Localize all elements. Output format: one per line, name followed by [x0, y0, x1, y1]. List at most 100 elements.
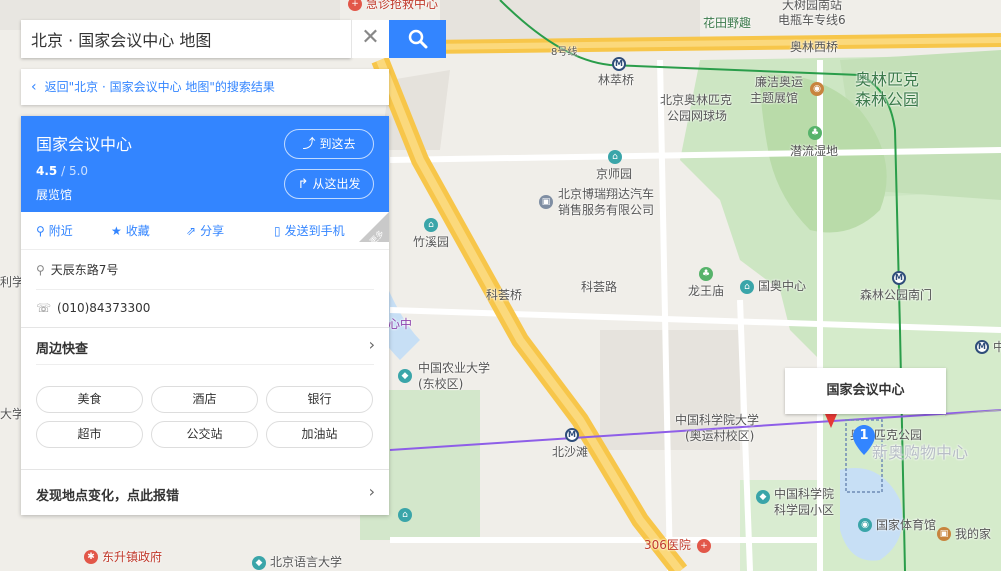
- map-label-tennis[interactable]: 北京奥林匹克: [660, 93, 732, 107]
- marker-number: 1: [859, 428, 869, 443]
- map-label-kehui-road[interactable]: 科荟路: [581, 280, 617, 294]
- map-label-zhuxiyuan[interactable]: 竹溪园: [413, 235, 449, 249]
- send-to-phone-action[interactable]: ▯ 发送到手机: [274, 212, 345, 250]
- map-label-aolin-west-bridge[interactable]: 奥林西桥: [790, 40, 838, 54]
- map-label-lianjie2[interactable]: 主题展馆: [750, 91, 798, 105]
- poi-rating: 4.5 / 5.0: [36, 164, 88, 178]
- nearby-chip-gas-station[interactable]: 加油站: [266, 421, 373, 448]
- poi-action-row: ⚲ 附近 ★ 收藏 ⇗ 分享 ▯ 发送到手机: [21, 212, 389, 250]
- map-label-dongsheng[interactable]: 东升镇政府: [102, 550, 162, 564]
- government-icon: ✱: [84, 550, 98, 564]
- map-label-bora2[interactable]: 销售服务有限公司: [558, 203, 654, 217]
- star-icon: ★: [111, 224, 122, 238]
- share-action-label: 分享: [200, 224, 225, 238]
- search-button[interactable]: [389, 20, 446, 58]
- selected-poi-marker[interactable]: 1: [853, 425, 875, 455]
- divider: [21, 469, 389, 470]
- chevron-left-icon: ‹: [31, 79, 37, 95]
- map-label-cas-garden2[interactable]: 科学园小区: [774, 503, 834, 517]
- map-label-tianshu-park[interactable]: 大树园南站: [782, 0, 842, 12]
- map-label-lincui-bridge[interactable]: 林萃桥: [598, 73, 634, 87]
- chevron-right-icon[interactable]: ›: [369, 482, 375, 501]
- share-icon: ⇗: [186, 224, 197, 238]
- map-label-bora[interactable]: 北京博瑞翔达汽车: [558, 187, 654, 201]
- search-box: [21, 20, 351, 58]
- start-from-here-label: 从这出发: [312, 177, 361, 191]
- poi-phone[interactable]: ☏ (010)84373300: [36, 298, 374, 318]
- stadium-icon: ◉: [858, 518, 872, 532]
- favorite-action[interactable]: ★ 收藏: [111, 212, 150, 250]
- divider: [36, 289, 374, 290]
- map-label-my-home[interactable]: 我的家: [955, 527, 991, 541]
- clear-search-button[interactable]: ✕: [351, 20, 389, 58]
- map-label-hospital306[interactable]: 306医院: [644, 538, 691, 552]
- map-label-kehui-bridge[interactable]: 科荟桥: [486, 288, 522, 302]
- chevron-right-icon[interactable]: ›: [369, 335, 375, 354]
- map-label-longwangmiao[interactable]: 龙王庙: [688, 284, 724, 298]
- search-input[interactable]: [21, 20, 351, 58]
- map-label-national-stadium[interactable]: 国家体育馆: [876, 518, 936, 532]
- rating-total: / 5.0: [61, 164, 89, 178]
- goto-here-button[interactable]: ⤴ 到这去: [284, 129, 374, 159]
- map-label-cau[interactable]: 中国农业大学: [418, 361, 490, 375]
- poi-detail-card: 国家会议中心 4.5 / 5.0 展览馆 ⤴ 到这去 ↱ 从这出发 ⚲ 附近 ★ 收藏 …: [21, 116, 389, 515]
- nearby-chip-supermarket[interactable]: 超市: [36, 421, 143, 448]
- metro-icon: M: [975, 340, 989, 354]
- back-to-results-link[interactable]: ‹ 返回"北京 · 国家会议中心 地图"的搜索结果: [21, 69, 389, 105]
- map-label-ucas[interactable]: 中国科学院大学: [675, 413, 759, 427]
- favorite-action-label: 收藏: [125, 224, 150, 238]
- nearby-chip-food[interactable]: 美食: [36, 386, 143, 413]
- poi-category: 展览馆: [36, 188, 73, 202]
- poi-card-header: 国家会议中心 4.5 / 5.0 展览馆 ⤴ 到这去 ↱ 从这出发: [21, 116, 389, 212]
- report-error-link[interactable]: 发现地点变化，点此报错: [36, 485, 179, 504]
- map-label-tennis2[interactable]: 公园网球场: [667, 109, 727, 123]
- map-label-ucas2[interactable]: (奥运村校区): [685, 429, 754, 443]
- divider: [21, 327, 389, 328]
- route-to-icon: ⤴: [302, 137, 316, 152]
- phone-icon: ☏: [36, 301, 52, 315]
- map-label-bus-line[interactable]: 电瓶车专线6: [778, 13, 846, 27]
- location-pin-icon: ⚲: [36, 263, 45, 277]
- poi-address: ⚲ 天辰东路7号: [36, 260, 374, 280]
- send-to-phone-label: 发送到手机: [284, 224, 345, 238]
- map-label-blcu[interactable]: 北京语言大学: [270, 555, 342, 569]
- map-label-mid-center[interactable]: 心中: [388, 317, 412, 331]
- nearby-quick-search-title[interactable]: 周边快查: [36, 338, 88, 357]
- metro-icon: M: [892, 271, 906, 285]
- residence-icon: ⌂: [424, 218, 438, 232]
- poi-name: 国家会议中心: [36, 135, 133, 154]
- map-label-guoao[interactable]: 国奥中心: [758, 279, 806, 293]
- map-label-beishatan[interactable]: 北沙滩: [552, 445, 588, 459]
- school-icon: ◆: [252, 556, 266, 570]
- school-icon: ◆: [756, 490, 770, 504]
- map-label-forest-south-gate[interactable]: 森林公园南门: [860, 288, 932, 302]
- map-label-jingshiyuan[interactable]: 京师园: [596, 167, 632, 181]
- museum-icon: ◉: [810, 82, 824, 96]
- nearby-chip-hotel[interactable]: 酒店: [151, 386, 258, 413]
- map-callout[interactable]: 国家会议中心: [785, 368, 946, 414]
- goto-here-label: 到这去: [319, 137, 356, 151]
- hospital-icon: +: [697, 539, 711, 553]
- map-label-wetland[interactable]: 潜流湿地: [790, 144, 838, 158]
- metro-icon: M: [612, 57, 626, 71]
- map-label-zhong[interactable]: 中: [993, 340, 1001, 354]
- share-action[interactable]: ⇗ 分享: [186, 212, 224, 250]
- nearby-action[interactable]: ⚲ 附近: [36, 212, 73, 250]
- rating-score: 4.5: [36, 164, 58, 178]
- map-label-lianjie[interactable]: 廉洁奥运: [755, 75, 803, 89]
- phone-device-icon: ▯: [274, 224, 281, 238]
- map-label-cas-garden[interactable]: 中国科学院: [774, 487, 834, 501]
- school-icon: ◆: [398, 369, 412, 383]
- start-from-here-button[interactable]: ↱ 从这出发: [284, 169, 374, 199]
- map-label-huatianyeya[interactable]: 花田野趣: [703, 16, 751, 30]
- map-label-new-mall[interactable]: 新奥购物中心: [872, 445, 968, 461]
- map-label-cau2[interactable]: (东校区): [418, 377, 463, 391]
- route-from-icon: ↱: [297, 177, 309, 192]
- map-label-olympic-park2[interactable]: 森林公园: [855, 90, 919, 109]
- phone-text: (010)84373300: [57, 301, 151, 315]
- map-label-hospital[interactable]: 急诊抢救中心: [366, 0, 438, 11]
- search-icon: [408, 29, 427, 49]
- nearby-chip-bus-stop[interactable]: 公交站: [151, 421, 258, 448]
- map-label-olympic-park[interactable]: 奥林匹克: [855, 70, 919, 89]
- nearby-chip-bank[interactable]: 银行: [266, 386, 373, 413]
